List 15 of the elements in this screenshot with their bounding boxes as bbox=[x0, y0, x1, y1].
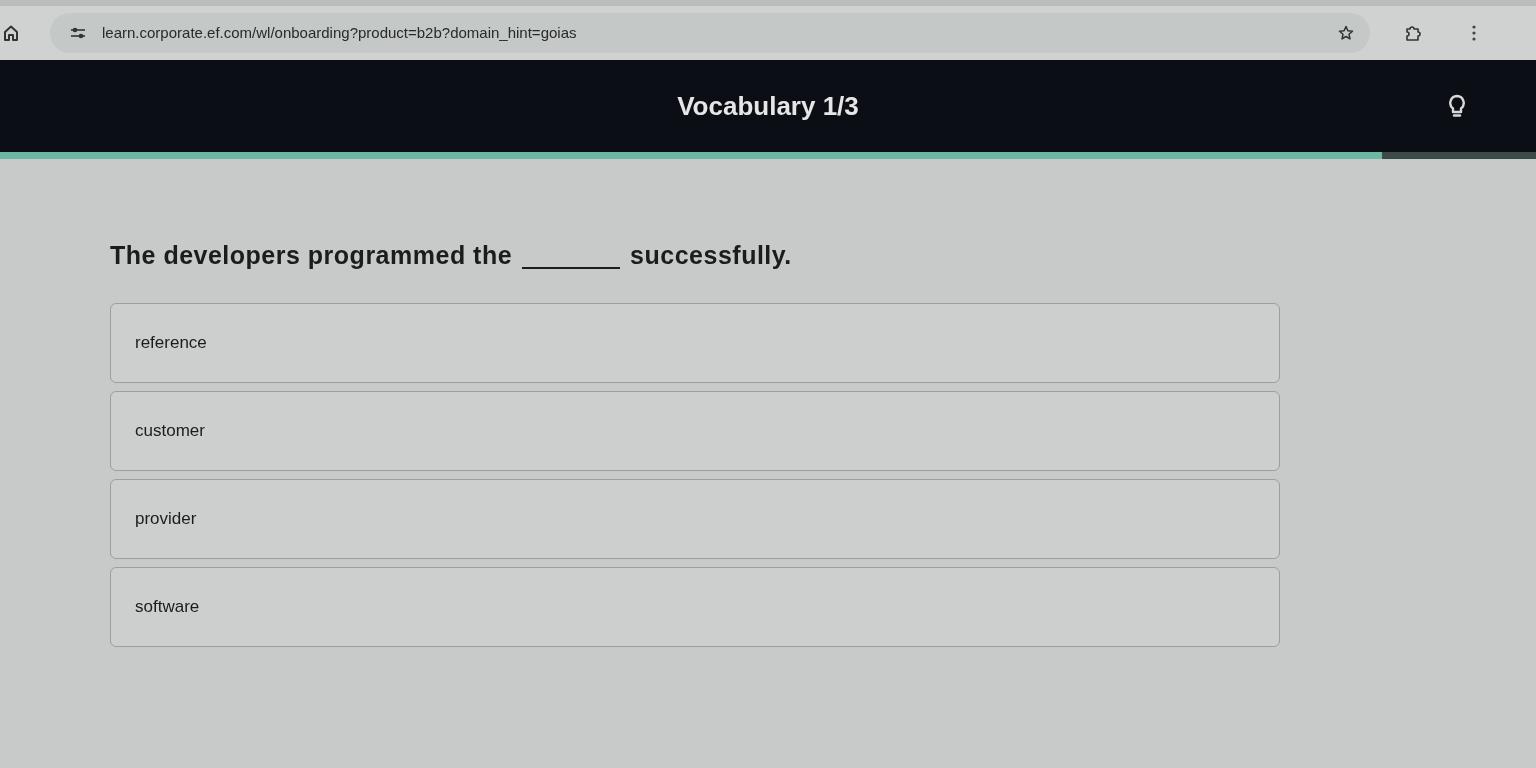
question-text-after: successfully. bbox=[630, 240, 792, 271]
site-settings-icon[interactable] bbox=[70, 26, 86, 40]
url-text: learn.corporate.ef.com/wl/onboarding?product=b2b?domain_hint=goias bbox=[102, 22, 577, 43]
answer-option[interactable]: customer bbox=[110, 390, 1280, 471]
question-text-before: The developers programmed the bbox=[110, 240, 513, 271]
extensions-icon[interactable] bbox=[1404, 24, 1422, 42]
address-bar[interactable]: learn.corporate.ef.com/wl/onboarding?product=b2b?domain_hint=goias bbox=[50, 13, 1370, 53]
home-icon[interactable] bbox=[4, 25, 18, 41]
lesson-title: Vocabulary 1/3 bbox=[677, 89, 859, 123]
menu-icon[interactable] bbox=[1472, 25, 1476, 41]
lightbulb-icon[interactable] bbox=[1448, 94, 1466, 118]
bookmark-star-icon[interactable] bbox=[1338, 25, 1354, 41]
answer-option[interactable]: provider bbox=[110, 478, 1280, 559]
answer-option[interactable]: software bbox=[110, 566, 1280, 647]
answer-option[interactable]: reference bbox=[110, 302, 1280, 383]
